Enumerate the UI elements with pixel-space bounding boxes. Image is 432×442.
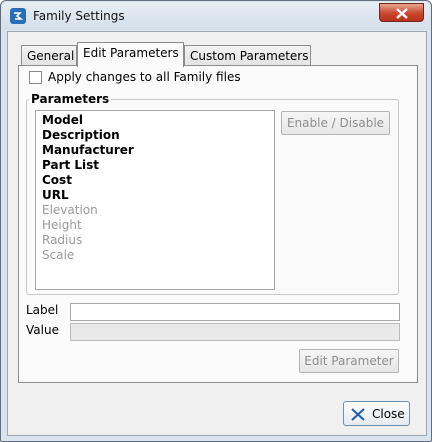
enable-disable-button[interactable]: Enable / Disable bbox=[281, 111, 390, 135]
value-field bbox=[70, 323, 400, 341]
close-button-label: Close bbox=[372, 407, 405, 421]
edit-parameters-panel: Apply changes to all Family files Parame… bbox=[18, 65, 418, 383]
list-item[interactable]: Manufacturer bbox=[42, 143, 274, 158]
app-logo-icon bbox=[10, 8, 26, 24]
label-field-caption: Label bbox=[26, 303, 59, 317]
parameters-list[interactable]: Model Description Manufacturer Part List… bbox=[35, 110, 275, 290]
list-item[interactable]: Part List bbox=[42, 158, 274, 173]
list-item[interactable]: Elevation bbox=[42, 203, 274, 218]
parameters-group-title: Parameters bbox=[29, 92, 112, 106]
family-settings-window: Family Settings General Edit Parameters … bbox=[0, 0, 432, 442]
apply-all-label: Apply changes to all Family files bbox=[48, 70, 241, 84]
list-item[interactable]: Height bbox=[42, 218, 274, 233]
list-item[interactable]: Cost bbox=[42, 173, 274, 188]
dialog-body: General Edit Parameters Custom Parameter… bbox=[7, 31, 427, 436]
tab-general[interactable]: General bbox=[21, 45, 77, 66]
tab-label: Custom Parameters bbox=[190, 49, 309, 63]
list-item[interactable]: Radius bbox=[42, 233, 274, 248]
tab-label: Edit Parameters bbox=[83, 46, 179, 60]
window-title: Family Settings bbox=[33, 9, 125, 23]
edit-parameter-button[interactable]: Edit Parameter bbox=[299, 349, 399, 373]
list-item[interactable]: Scale bbox=[42, 248, 274, 263]
tab-label: General bbox=[27, 49, 75, 63]
window-close-button[interactable] bbox=[379, 3, 424, 22]
close-icon bbox=[396, 8, 408, 19]
label-field[interactable] bbox=[70, 303, 400, 321]
title-bar: Family Settings bbox=[2, 2, 430, 30]
list-item[interactable]: Description bbox=[42, 128, 274, 143]
close-button[interactable]: Close bbox=[343, 401, 410, 426]
tab-custom-parameters[interactable]: Custom Parameters bbox=[184, 45, 311, 66]
value-field-caption: Value bbox=[26, 323, 59, 337]
list-item[interactable]: URL bbox=[42, 188, 274, 203]
apply-all-checkbox[interactable] bbox=[29, 71, 42, 84]
close-x-icon bbox=[351, 408, 365, 421]
tab-edit-parameters[interactable]: Edit Parameters bbox=[77, 42, 184, 67]
list-item[interactable]: Model bbox=[42, 113, 274, 128]
